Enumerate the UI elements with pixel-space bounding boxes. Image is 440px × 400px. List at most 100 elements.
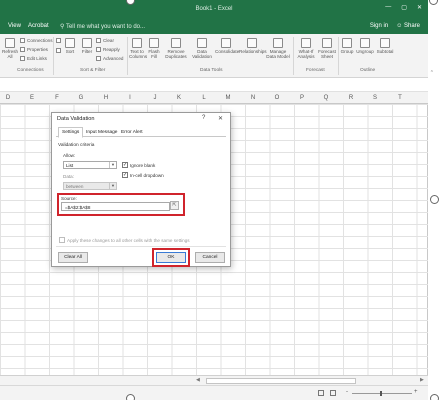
properties-button[interactable]: Properties (20, 47, 48, 52)
tell-me-box[interactable]: ⚲ Tell me what you want to do... (60, 23, 145, 30)
sort-az-icon (56, 38, 61, 43)
normal-view-icon[interactable] (318, 390, 324, 396)
what-if-icon (301, 38, 311, 48)
checkmark-icon: ✓ (122, 172, 128, 178)
formula-bar[interactable] (0, 78, 428, 92)
column-header[interactable]: L (198, 95, 210, 101)
tell-me-text: Tell me what you want to do... (65, 24, 145, 30)
edit-links-button[interactable]: Edit Links (20, 56, 47, 61)
column-header[interactable]: R (345, 95, 357, 101)
column-header[interactable]: M (222, 95, 234, 101)
zoom-in-button[interactable]: + (414, 389, 418, 395)
text-to-columns-button[interactable]: Text to Columns (129, 38, 147, 59)
data-validation-button[interactable]: Data Validation (191, 38, 213, 59)
sign-in-link[interactable]: Sign in (370, 23, 388, 29)
reapply-button[interactable]: Reapply (96, 47, 120, 52)
forecast-sheet-button[interactable]: Forecast Sheet (318, 38, 336, 59)
ignore-blank-checkbox[interactable]: ✓ Ignore blank (122, 162, 155, 168)
column-header[interactable]: D (2, 95, 14, 101)
apply-to-all-label: Apply these changes to all other cells w… (67, 237, 190, 243)
flash-fill-button[interactable]: Flash Fill (147, 38, 161, 59)
sort-button[interactable]: Sort (64, 38, 76, 54)
what-if-analysis-button[interactable]: What-If Analysis (295, 38, 317, 59)
data-model-icon (273, 38, 283, 48)
filter-button[interactable]: Filter (80, 38, 94, 54)
remove-duplicates-icon (171, 38, 181, 48)
column-header[interactable]: Q (320, 95, 332, 101)
remove-duplicates-button[interactable]: Remove Duplicates (163, 38, 189, 59)
ok-button[interactable]: OK (156, 252, 186, 263)
cancel-button[interactable]: Cancel (195, 252, 225, 263)
clear-all-button[interactable]: Clear All (58, 252, 88, 263)
manage-data-model-button[interactable]: Manage Data Model (266, 38, 290, 59)
column-header[interactable]: E (26, 95, 38, 101)
menu-bar: View Acrobat ⚲ Tell me what you want to … (0, 18, 428, 34)
tab-error-alert[interactable]: Error Alert (118, 128, 146, 137)
help-button[interactable]: ? (202, 115, 205, 121)
connections-label: Connections (27, 38, 53, 43)
page-layout-icon[interactable] (330, 390, 336, 396)
subtotal-button[interactable]: Subtotal (376, 38, 394, 54)
column-header[interactable]: P (296, 95, 308, 101)
apply-to-all-checkbox[interactable]: Apply these changes to all other cells w… (59, 237, 190, 243)
allow-select[interactable]: List ▼ (63, 161, 117, 169)
refresh-all-button[interactable]: Refresh All (2, 38, 18, 59)
close-window-button[interactable]: ✕ (417, 4, 422, 11)
column-header[interactable]: O (271, 95, 283, 101)
title-bar: Book1 - Excel — ▢ ✕ (0, 0, 428, 18)
scroll-thumb[interactable] (206, 378, 356, 384)
sort-icon (65, 38, 75, 48)
data-validation-dialog: Data Validation ? ✕ Settings Input Messa… (51, 112, 231, 267)
funnel-icon (82, 38, 92, 48)
tab-acrobat[interactable]: Acrobat (28, 23, 49, 29)
reapply-icon (96, 47, 101, 52)
column-header[interactable]: K (173, 95, 185, 101)
advanced-button[interactable]: Advanced (96, 56, 123, 61)
in-cell-dropdown-checkbox[interactable]: ✓ In-cell dropdown (122, 172, 164, 178)
range-selector-icon[interactable]: ⇱ (170, 201, 179, 210)
column-header[interactable]: S (369, 95, 381, 101)
column-header[interactable]: T (394, 95, 406, 101)
relationships-button[interactable]: Relationships (239, 38, 267, 54)
collapse-ribbon-icon[interactable]: ⌃ (430, 70, 434, 76)
connections-button[interactable]: Connections (20, 38, 53, 43)
maximize-button[interactable]: ▢ (401, 4, 407, 11)
tab-settings[interactable]: Settings (58, 127, 84, 138)
zoom-slider-knob[interactable] (380, 391, 382, 396)
scroll-left-icon[interactable]: ◀ (196, 377, 200, 383)
data-validation-label: Data Validation (192, 49, 212, 59)
tab-view[interactable]: View (8, 23, 21, 29)
group-label-outline: Outline (360, 68, 376, 73)
selection-handle[interactable] (126, 394, 135, 400)
data-validation-icon (197, 38, 207, 48)
column-header[interactable]: J (149, 95, 161, 101)
horizontal-scrollbar[interactable]: ◀ ▶ (0, 375, 428, 385)
zoom-out-button[interactable]: - (346, 389, 348, 395)
sort-az-button[interactable] (56, 38, 61, 43)
column-header[interactable]: G (75, 95, 87, 101)
allow-value: List (66, 163, 74, 168)
consolidate-button[interactable]: Consolidate (215, 38, 239, 54)
group-separator (293, 37, 294, 75)
zoom-slider[interactable] (352, 393, 412, 394)
selection-handle[interactable] (430, 195, 439, 204)
share-button[interactable]: ☺ Share (396, 23, 420, 29)
clear-button[interactable]: Clear (96, 38, 114, 43)
source-label: Source: (61, 196, 77, 201)
column-header[interactable]: H (100, 95, 112, 101)
column-header[interactable]: I (124, 95, 136, 101)
minimize-button[interactable]: — (385, 4, 391, 11)
column-header[interactable]: F (51, 95, 63, 101)
person-icon: ☺ (396, 23, 404, 29)
source-input[interactable]: =$A$2:$A$8 (61, 202, 170, 211)
scroll-right-icon[interactable]: ▶ (420, 377, 424, 383)
tab-input-message[interactable]: Input Message (83, 128, 120, 137)
sort-za-button[interactable] (56, 48, 61, 53)
close-icon[interactable]: ✕ (218, 115, 223, 122)
selection-handle[interactable] (430, 394, 439, 400)
group-button[interactable]: Group (340, 38, 354, 54)
ungroup-button[interactable]: Ungroup (356, 38, 374, 54)
column-header[interactable]: N (247, 95, 259, 101)
group-separator (127, 37, 128, 75)
advanced-icon (96, 56, 101, 61)
